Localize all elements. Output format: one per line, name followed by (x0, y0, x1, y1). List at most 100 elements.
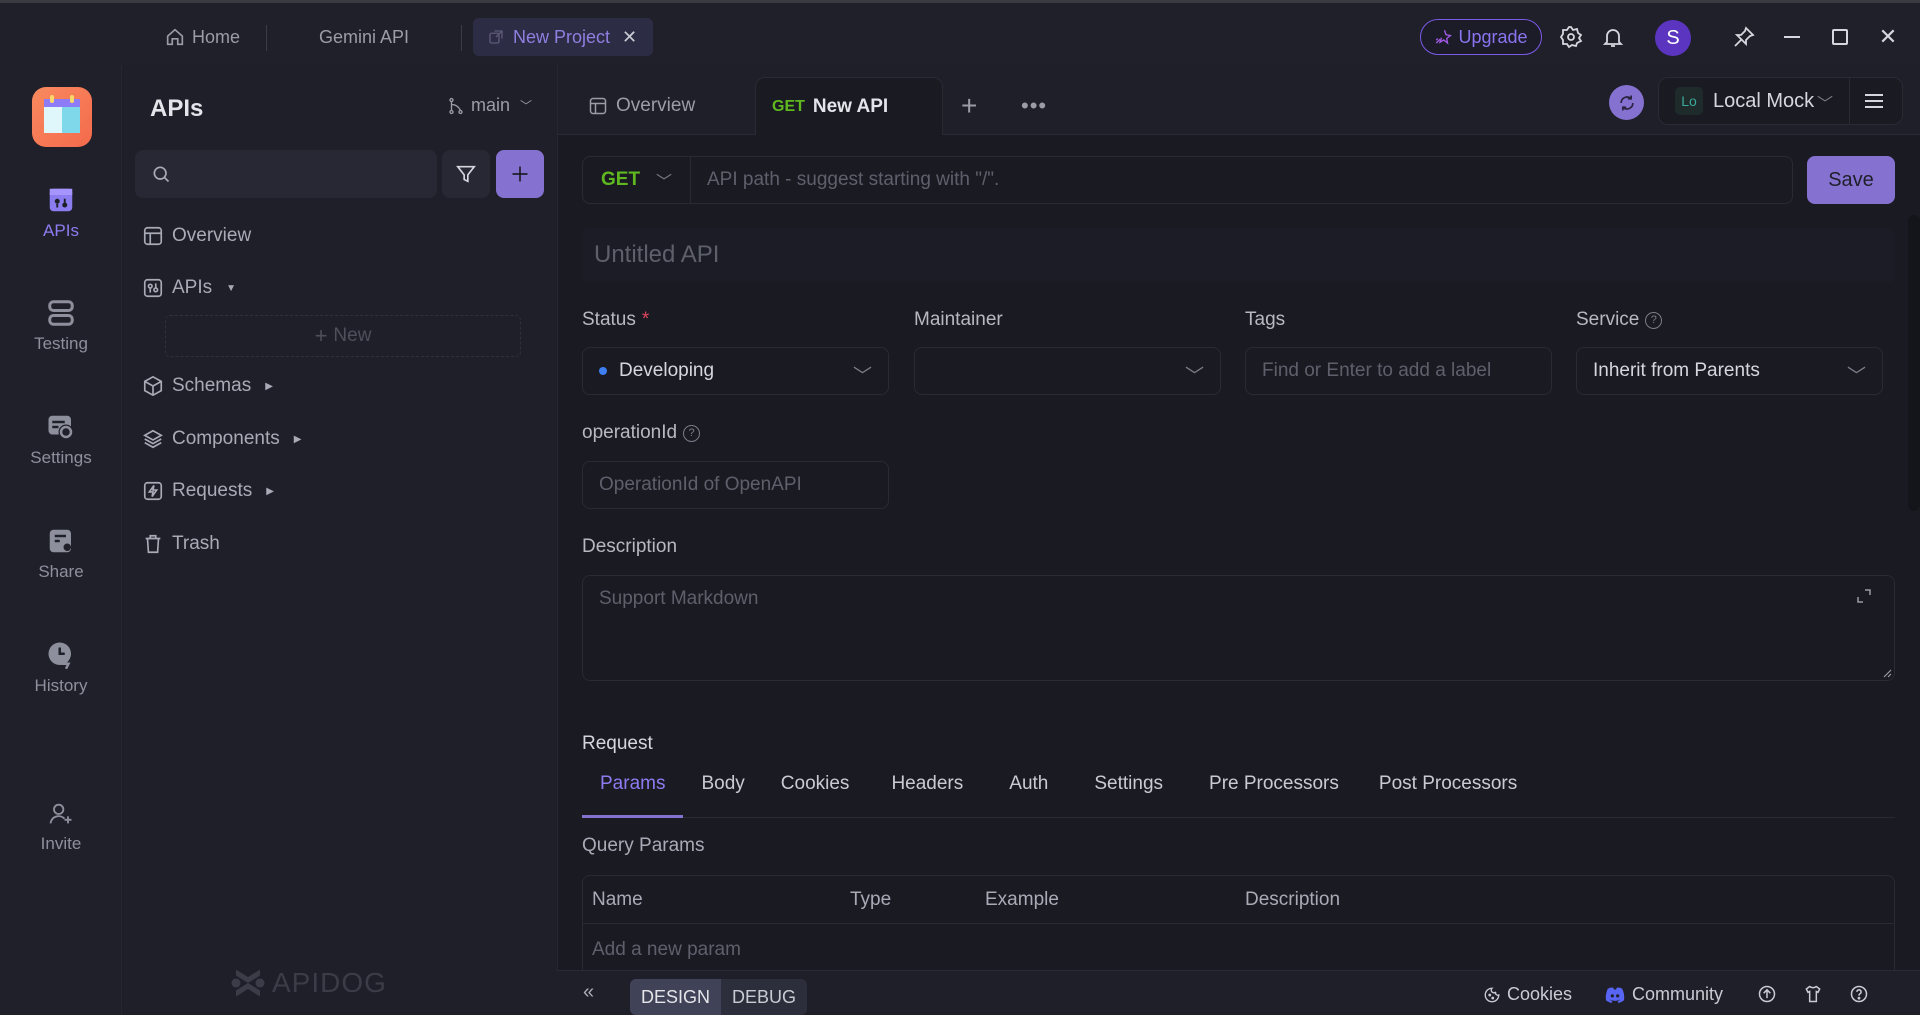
save-button[interactable]: Save (1807, 156, 1895, 204)
rail-item-testing[interactable]: Testing (0, 298, 122, 354)
editor-tab-overview[interactable]: Overview (588, 77, 695, 135)
editor-tab-new-api[interactable]: GET New API (755, 77, 943, 135)
rail-item-settings[interactable]: Settings (0, 412, 122, 468)
method-select[interactable]: GET ﹀ (583, 157, 691, 203)
expand-icon[interactable] (1856, 588, 1872, 604)
cookies-label: Cookies (1507, 984, 1573, 1004)
vertical-scrollbar[interactable] (1908, 215, 1920, 511)
rail-item-share[interactable]: Share (0, 526, 122, 582)
close-window-icon[interactable]: ✕ (1874, 23, 1902, 51)
mode-design[interactable]: DESIGN (630, 979, 722, 1015)
user-avatar[interactable]: S (1655, 20, 1691, 56)
tree-item-overview[interactable]: Overview (142, 225, 251, 247)
external-link-icon (489, 30, 503, 44)
rail-item-invite[interactable]: Invite (0, 800, 122, 854)
lightning-icon (143, 481, 163, 501)
request-tab-settings[interactable]: Settings (1070, 765, 1187, 818)
request-tab-post-processors[interactable]: Post Processors (1361, 765, 1535, 818)
chevron-down-icon: ﹀ (1846, 366, 1866, 387)
apidog-logo-icon (231, 969, 265, 997)
service-label-text: Service (1576, 309, 1640, 330)
tab-gemini-api[interactable]: Gemini API (319, 18, 409, 56)
more-icon: ••• (1021, 93, 1048, 118)
sync-button[interactable] (1609, 85, 1644, 120)
tab-home[interactable]: Home (164, 18, 240, 56)
request-tab-body[interactable]: Body (683, 765, 762, 818)
request-tab-pre-processors[interactable]: Pre Processors (1187, 765, 1361, 818)
help-circle-icon[interactable] (1849, 984, 1869, 1004)
tags-label: Tags (1245, 309, 1286, 330)
tree-item-components[interactable]: Components ▶ (142, 428, 301, 450)
tree-label: Overview (172, 225, 252, 246)
request-tab-auth[interactable]: Auth (987, 765, 1070, 818)
more-tabs-button[interactable]: ••• (1021, 77, 1047, 135)
request-tab-headers[interactable]: Headers (867, 765, 987, 818)
tree-item-schemas[interactable]: Schemas ▶ (142, 375, 273, 397)
add-api-button[interactable] (496, 150, 544, 198)
query-params-table: Name Type Example Description Add a new … (582, 875, 1895, 980)
request-tab-params[interactable]: Params (582, 765, 684, 818)
tags-input-field[interactable] (1262, 360, 1535, 382)
table-header: Name Type Example Description (583, 876, 1894, 924)
column-name: Name (592, 889, 643, 910)
tree-item-apis[interactable]: APIs ▼ (142, 277, 236, 299)
request-section-title: Request (582, 733, 653, 754)
tree-item-trash[interactable]: Trash (142, 533, 220, 555)
menu-button[interactable] (1864, 92, 1884, 115)
operationid-input-field[interactable] (599, 474, 872, 496)
description-textarea[interactable] (583, 576, 1894, 680)
help-icon[interactable]: ? (1645, 311, 1663, 329)
caret-down-icon: ▼ (226, 282, 237, 294)
hamburger-menu-icon (1865, 94, 1883, 108)
maximize-icon[interactable] (1826, 23, 1854, 51)
maintainer-select[interactable]: ﹀ (914, 347, 1221, 395)
service-label: Service ? (1576, 309, 1663, 331)
community-button[interactable]: Community (1604, 984, 1723, 1005)
service-select[interactable]: Inherit from Parents ﹀ (1576, 347, 1883, 395)
search-icon (153, 166, 170, 183)
upgrade-button[interactable]: Upgrade (1420, 19, 1542, 55)
mode-switch: DESIGN DEBUG (630, 979, 808, 1015)
operationid-input[interactable] (582, 461, 889, 509)
discord-icon (1605, 987, 1625, 1003)
resize-handle-icon[interactable] (1882, 668, 1892, 678)
theme-shirt-icon[interactable] (1803, 984, 1823, 1004)
collapse-sidebar-icon[interactable]: « (583, 981, 594, 1004)
api-name-input[interactable] (582, 228, 1895, 282)
settings-gear-icon[interactable] (1557, 23, 1585, 51)
pin-icon[interactable] (1730, 23, 1758, 51)
close-tab-icon[interactable]: ✕ (622, 27, 637, 48)
tree-label: APIs (172, 277, 213, 298)
sidebar-search-input[interactable] (135, 150, 437, 198)
mode-debug[interactable]: DEBUG (721, 979, 807, 1015)
add-param-row[interactable]: Add a new param (592, 939, 741, 961)
chevron-down-icon: ﹀ (520, 99, 533, 113)
branch-selector[interactable]: main ﹀ (447, 95, 532, 116)
request-tab-cookies[interactable]: Cookies (763, 765, 868, 818)
help-icon[interactable]: ? (683, 424, 701, 442)
api-path-input[interactable] (691, 169, 1792, 191)
rail-label-testing: Testing (34, 334, 88, 353)
tree-item-requests[interactable]: Requests ▶ (142, 480, 274, 502)
rail-item-apis[interactable]: APIs (0, 185, 122, 241)
cookies-button[interactable]: Cookies (1483, 984, 1572, 1005)
tags-input[interactable] (1245, 347, 1552, 395)
new-tab-button[interactable]: + (961, 77, 977, 135)
minimize-icon[interactable] (1778, 23, 1806, 51)
filter-button[interactable] (442, 150, 490, 198)
new-api-button[interactable]: + New (165, 315, 521, 357)
description-label: Description (582, 536, 678, 557)
env-name: Local Mock (1713, 89, 1815, 112)
env-divider (1849, 78, 1850, 124)
status-select[interactable]: Developing ﹀ (582, 347, 889, 395)
cookie-icon (1484, 987, 1500, 1002)
tab-new-project[interactable]: New Project ✕ (473, 18, 653, 56)
caret-right-icon: ▶ (266, 485, 274, 497)
upload-icon[interactable] (1757, 984, 1777, 1004)
notification-bell-icon[interactable] (1599, 23, 1627, 51)
editor-tab-label: Overview (616, 95, 696, 116)
request-tabs: Params Body Cookies Headers Auth Setting… (582, 765, 1895, 818)
project-settings-icon (48, 415, 74, 440)
environment-selector[interactable]: Lo Local Mock ﹀ (1658, 77, 1903, 125)
rail-item-history[interactable]: History (0, 640, 122, 696)
